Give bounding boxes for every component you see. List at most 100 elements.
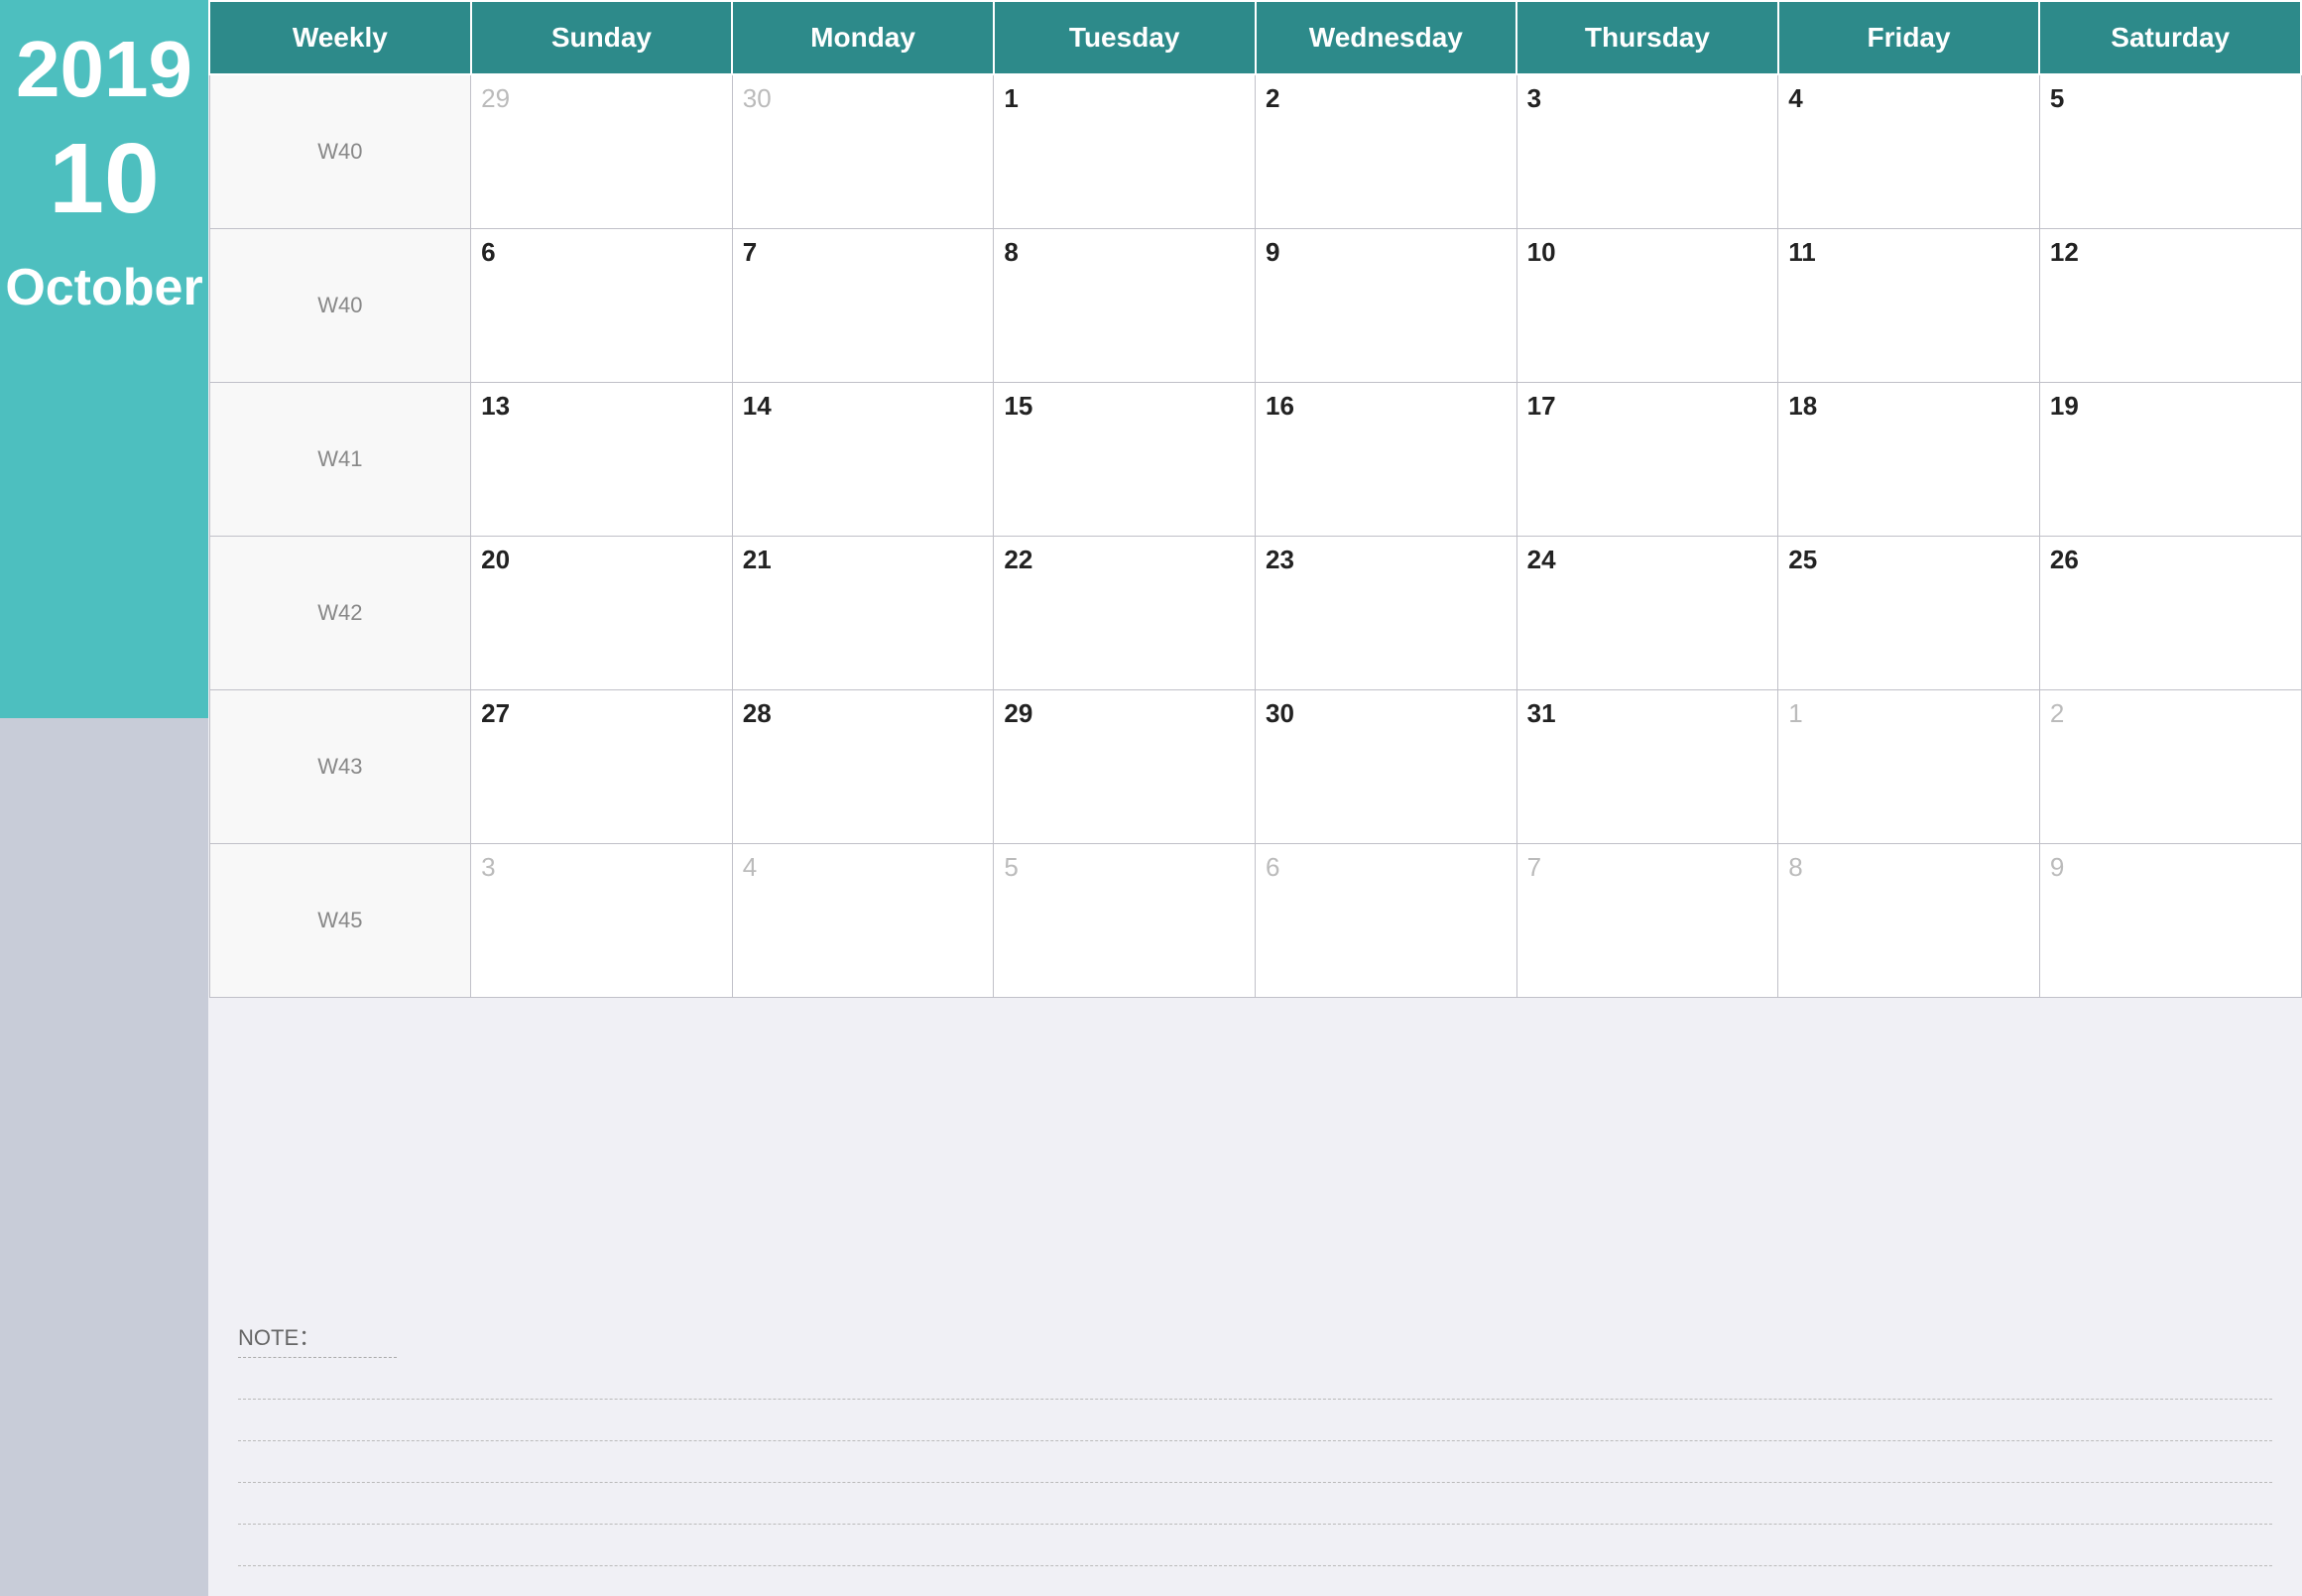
day-number: 16	[1266, 391, 1294, 421]
day-number: 30	[1266, 698, 1294, 728]
calendar-day-cell: 20	[471, 536, 733, 689]
main-content: Weekly Sunday Monday Tuesday Wednesday T…	[208, 0, 2302, 1596]
day-number: 22	[1004, 545, 1032, 574]
day-number: 29	[1004, 698, 1032, 728]
calendar-day-cell: 5	[994, 843, 1256, 997]
notes-label: NOTE：	[238, 1320, 397, 1358]
day-number: 15	[1004, 391, 1032, 421]
day-number: 4	[743, 852, 757, 882]
col-weekly: Weekly	[209, 1, 471, 74]
day-number: 14	[743, 391, 772, 421]
calendar-day-cell: 7	[1516, 843, 1778, 997]
calendar-day-cell: 9	[1256, 228, 1517, 382]
week-label-cell: W41	[209, 382, 471, 536]
calendar-day-cell: 17	[1516, 382, 1778, 536]
calendar-day-cell: 14	[732, 382, 994, 536]
calendar-day-cell: 3	[471, 843, 733, 997]
col-friday: Friday	[1778, 1, 2040, 74]
calendar-day-cell: 25	[1778, 536, 2040, 689]
day-number: 20	[481, 545, 510, 574]
calendar-day-cell: 18	[1778, 382, 2040, 536]
calendar-day-cell: 31	[1516, 689, 1778, 843]
day-number: 4	[1788, 83, 1802, 113]
calendar-day-cell: 2	[1256, 74, 1517, 228]
day-number: 2	[2050, 698, 2064, 728]
day-number: 2	[1266, 83, 1279, 113]
day-number: 25	[1788, 545, 1817, 574]
month-name-label: October	[5, 258, 202, 317]
calendar-day-cell: 29	[471, 74, 733, 228]
calendar-day-cell: 4	[732, 843, 994, 997]
calendar-day-cell: 11	[1778, 228, 2040, 382]
col-sunday: Sunday	[471, 1, 733, 74]
day-number: 1	[1004, 83, 1018, 113]
calendar-row: W41 13 14 15 16 17 18 19	[209, 382, 2301, 536]
calendar-day-cell: 1	[1778, 689, 2040, 843]
month-number-label: 10	[49, 129, 159, 228]
day-number: 3	[481, 852, 495, 882]
col-tuesday: Tuesday	[994, 1, 1256, 74]
calendar-day-cell: 30	[732, 74, 994, 228]
notes-line-1	[238, 1358, 2272, 1400]
calendar-table: Weekly Sunday Monday Tuesday Wednesday T…	[208, 0, 2302, 998]
day-number: 21	[743, 545, 772, 574]
calendar-header-row: Weekly Sunday Monday Tuesday Wednesday T…	[209, 1, 2301, 74]
calendar-day-cell: 13	[471, 382, 733, 536]
week-label-cell: W45	[209, 843, 471, 997]
notes-line-4	[238, 1483, 2272, 1525]
week-label-cell: W40	[209, 228, 471, 382]
calendar-day-cell: 10	[1516, 228, 1778, 382]
col-wednesday: Wednesday	[1256, 1, 1517, 74]
calendar-day-cell: 16	[1256, 382, 1517, 536]
calendar-day-cell: 3	[1516, 74, 1778, 228]
calendar-day-cell: 8	[1778, 843, 2040, 997]
col-monday: Monday	[732, 1, 994, 74]
calendar-day-cell: 29	[994, 689, 1256, 843]
calendar-day-cell: 19	[2039, 382, 2301, 536]
calendar-day-cell: 6	[1256, 843, 1517, 997]
notes-line-5	[238, 1525, 2272, 1566]
day-number: 19	[2050, 391, 2079, 421]
year-label: 2019	[16, 30, 192, 109]
calendar-day-cell: 21	[732, 536, 994, 689]
calendar-day-cell: 15	[994, 382, 1256, 536]
day-number: 13	[481, 391, 510, 421]
day-number: 7	[1527, 852, 1541, 882]
day-number: 17	[1527, 391, 1556, 421]
calendar-day-cell: 7	[732, 228, 994, 382]
calendar-row: W4220212223242526	[209, 536, 2301, 689]
day-number: 18	[1788, 391, 1817, 421]
page: 2019 10 October Weekly Sunday Monday Tue…	[0, 0, 2302, 1596]
day-number: 7	[743, 237, 757, 267]
day-number: 27	[481, 698, 510, 728]
calendar-day-cell: 26	[2039, 536, 2301, 689]
day-number: 5	[1004, 852, 1018, 882]
day-number: 8	[1004, 237, 1018, 267]
sidebar: 2019 10 October	[0, 0, 208, 1596]
day-number: 6	[481, 237, 495, 267]
calendar-row: W40293012345	[209, 74, 2301, 228]
day-number: 9	[2050, 852, 2064, 882]
day-number: 6	[1266, 852, 1279, 882]
day-number: 8	[1788, 852, 1802, 882]
calendar-day-cell: 12	[2039, 228, 2301, 382]
day-number: 10	[1527, 237, 1556, 267]
calendar-day-cell: 9	[2039, 843, 2301, 997]
day-number: 26	[2050, 545, 2079, 574]
calendar-row: W43272829303112	[209, 689, 2301, 843]
col-thursday: Thursday	[1516, 1, 1778, 74]
notes-line-2	[238, 1400, 2272, 1441]
calendar-day-cell: 6	[471, 228, 733, 382]
calendar-day-cell: 8	[994, 228, 1256, 382]
day-number: 23	[1266, 545, 1294, 574]
day-number: 11	[1788, 237, 1816, 267]
calendar-day-cell: 23	[1256, 536, 1517, 689]
calendar-row: W45 3 4 5 6 7 8 9	[209, 843, 2301, 997]
col-saturday: Saturday	[2039, 1, 2301, 74]
calendar-day-cell: 1	[994, 74, 1256, 228]
calendar-day-cell: 2	[2039, 689, 2301, 843]
day-number: 28	[743, 698, 772, 728]
week-label-cell: W40	[209, 74, 471, 228]
day-number: 24	[1527, 545, 1556, 574]
day-number: 12	[2050, 237, 2079, 267]
